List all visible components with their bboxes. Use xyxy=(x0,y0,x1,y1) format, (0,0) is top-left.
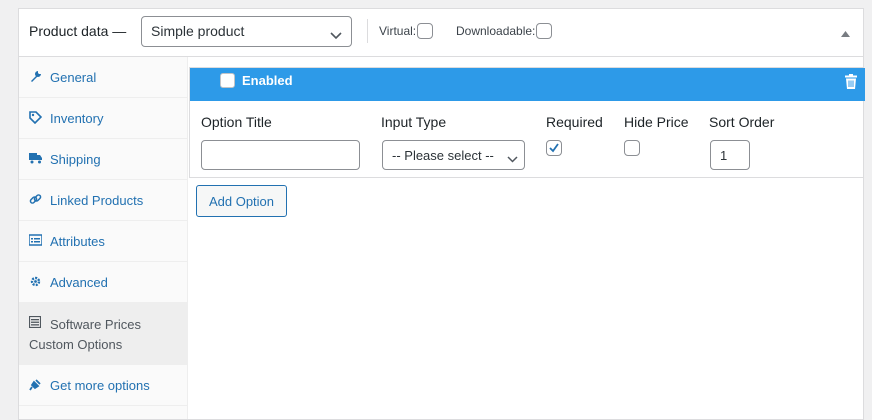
tab-get-more-options-label: Get more options xyxy=(50,378,150,393)
trash-icon[interactable] xyxy=(845,74,857,92)
sort-order-header: Sort Order xyxy=(709,114,775,130)
product-type-value: Simple product xyxy=(151,23,245,39)
enabled-checkbox[interactable] xyxy=(220,73,235,88)
tab-general[interactable]: General xyxy=(19,57,187,98)
downloadable-option: Downloadable: xyxy=(456,23,553,39)
tab-software-prices-custom-options-label: Software Prices Custom Options xyxy=(29,317,142,352)
tab-general-label: General xyxy=(50,70,97,85)
link-icon xyxy=(29,193,42,206)
tab-advanced[interactable]: Advanced xyxy=(19,262,187,303)
wrench-icon xyxy=(29,70,42,83)
gear-icon xyxy=(29,275,42,288)
tab-inventory[interactable]: Inventory xyxy=(19,98,187,139)
checkmark-icon xyxy=(549,143,559,153)
tab-attributes-label: Attributes xyxy=(50,234,105,249)
hide-price-header: Hide Price xyxy=(624,114,689,130)
tab-linked-products-label: Linked Products xyxy=(50,193,144,208)
downloadable-label: Downloadable: xyxy=(456,24,536,38)
plugin-icon xyxy=(29,378,42,391)
product-data-title: Product data — xyxy=(29,23,127,39)
downloadable-checkbox[interactable] xyxy=(536,23,553,39)
list-icon xyxy=(28,234,43,247)
product-type-select[interactable]: Simple product xyxy=(141,16,352,47)
input-type-header: Input Type xyxy=(381,114,447,130)
virtual-checkbox[interactable] xyxy=(417,23,434,39)
option-header-bar: Enabled xyxy=(190,68,865,101)
required-header: Required xyxy=(546,114,603,130)
option-title-header: Option Title xyxy=(201,114,272,130)
required-checkbox[interactable] xyxy=(546,140,562,156)
tab-get-more-options[interactable]: Get more options xyxy=(19,365,187,406)
add-option-button[interactable]: Add Option xyxy=(196,185,287,217)
tab-software-prices-custom-options[interactable]: Software Prices Custom Options xyxy=(19,303,187,365)
virtual-option: Virtual: xyxy=(379,23,434,39)
truck-icon xyxy=(29,152,42,165)
input-type-select[interactable]: -- Please select -- xyxy=(382,140,525,170)
product-data-tabs: General Inventory Shipping Linked Produc… xyxy=(19,57,188,419)
tab-attributes[interactable]: Attributes xyxy=(19,221,187,262)
product-data-header: Product data — Simple product Virtual: D… xyxy=(19,9,863,57)
tab-shipping[interactable]: Shipping xyxy=(19,139,187,180)
custom-option-card: Enabled Option Title Input Type Required… xyxy=(189,67,865,178)
tag-icon xyxy=(29,111,43,125)
tab-shipping-label: Shipping xyxy=(50,152,101,167)
tab-inventory-label: Inventory xyxy=(50,111,104,126)
chevron-down-icon xyxy=(330,27,342,43)
tab-linked-products[interactable]: Linked Products xyxy=(19,180,187,221)
enabled-label: Enabled xyxy=(242,73,293,88)
hide-price-checkbox[interactable] xyxy=(624,140,640,156)
chevron-down-icon xyxy=(507,151,518,166)
sort-order-input[interactable]: 1 xyxy=(710,140,750,170)
tab-advanced-label: Advanced xyxy=(50,275,108,290)
virtual-label: Virtual: xyxy=(379,24,417,38)
product-data-panel: Product data — Simple product Virtual: D… xyxy=(18,8,865,420)
option-title-input[interactable] xyxy=(201,140,360,170)
collapse-arrow-icon[interactable] xyxy=(841,25,850,40)
input-type-value: -- Please select -- xyxy=(392,148,494,163)
header-divider xyxy=(367,19,368,43)
